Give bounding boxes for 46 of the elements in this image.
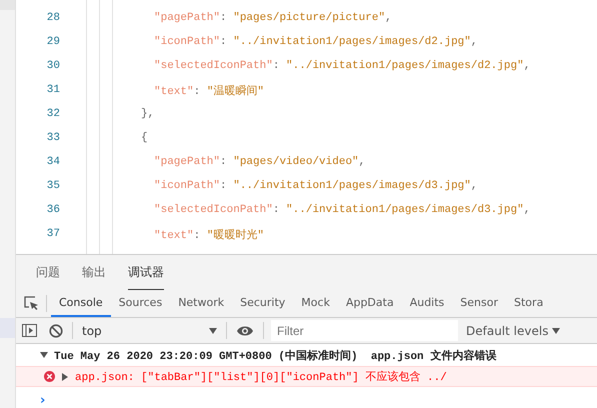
line-number: 37 xyxy=(46,228,60,240)
devtools-tab[interactable]: Sensor xyxy=(452,290,506,317)
message-text: app.json: ["tabBar"]["list"][0]["iconPath"] 不应该包含 ../ xyxy=(75,370,447,384)
line-number: 31 xyxy=(46,84,60,96)
inspect-cursor-icon[interactable] xyxy=(24,296,38,311)
code-line: }, xyxy=(141,108,154,120)
code-line: { xyxy=(141,132,148,144)
code-line: "iconPath": "../invitation1/pages/images/d2.jpg", xyxy=(154,36,478,48)
console-prompt[interactable]: › xyxy=(16,393,46,408)
code-line: "selectedIconPath": "../invitation1/pages/images/d2.jpg", xyxy=(154,60,530,72)
devtools-tab[interactable]: AppData xyxy=(338,290,402,317)
collapse-triangle-icon[interactable] xyxy=(40,351,48,359)
devtools-tab[interactable]: Stora xyxy=(506,290,552,317)
eye-icon[interactable] xyxy=(236,324,254,336)
line-number: 33 xyxy=(46,132,60,144)
clear-console-icon[interactable] xyxy=(49,324,63,338)
message-text: Tue May 26 2020 23:20:09 GMT+0800 (中国标准时间) app.json 文件内容错误 xyxy=(54,348,496,362)
panel-tab[interactable]: 问题 xyxy=(36,255,60,290)
code-line: "pagePath": "pages/picture/picture", xyxy=(154,12,392,24)
caret-icon xyxy=(209,328,217,334)
sidebar-toggle-icon[interactable] xyxy=(22,324,37,337)
code-line: "iconPath": "../invitation1/pages/images/d3.jpg", xyxy=(154,180,478,192)
line-number: 36 xyxy=(46,204,60,216)
line-number: 32 xyxy=(46,108,60,120)
line-number: 30 xyxy=(46,60,60,72)
code-line: "text": "温暖瞬间" xyxy=(154,84,264,98)
expand-triangle-icon[interactable] xyxy=(61,372,69,380)
code-line: "text": "暖暖时光" xyxy=(154,228,264,242)
filter-field[interactable]: Filter xyxy=(271,320,458,341)
devtools-tab[interactable]: Network xyxy=(170,290,232,317)
line-number: 29 xyxy=(46,36,60,48)
panel-tab[interactable]: 输出 xyxy=(82,255,106,290)
line-number: 28 xyxy=(46,12,60,24)
line-number: 35 xyxy=(46,180,60,192)
devtools-tab[interactable]: Mock xyxy=(293,290,338,317)
levels-dropdown[interactable]: Default levels xyxy=(466,324,560,338)
caret-icon xyxy=(552,328,560,334)
sidebar-highlight xyxy=(0,318,15,338)
code-line: "selectedIconPath": "../invitation1/pages/images/d3.jpg", xyxy=(154,204,530,216)
devtools-tab[interactable]: Audits xyxy=(402,290,452,317)
code-line: "pagePath": "pages/video/video", xyxy=(154,156,366,168)
devtools-tab[interactable]: Security xyxy=(232,290,294,317)
line-number: 34 xyxy=(46,156,60,168)
error-icon xyxy=(44,371,55,382)
context-select[interactable]: top xyxy=(76,324,223,338)
devtools-tab[interactable]: Sources xyxy=(110,290,170,317)
